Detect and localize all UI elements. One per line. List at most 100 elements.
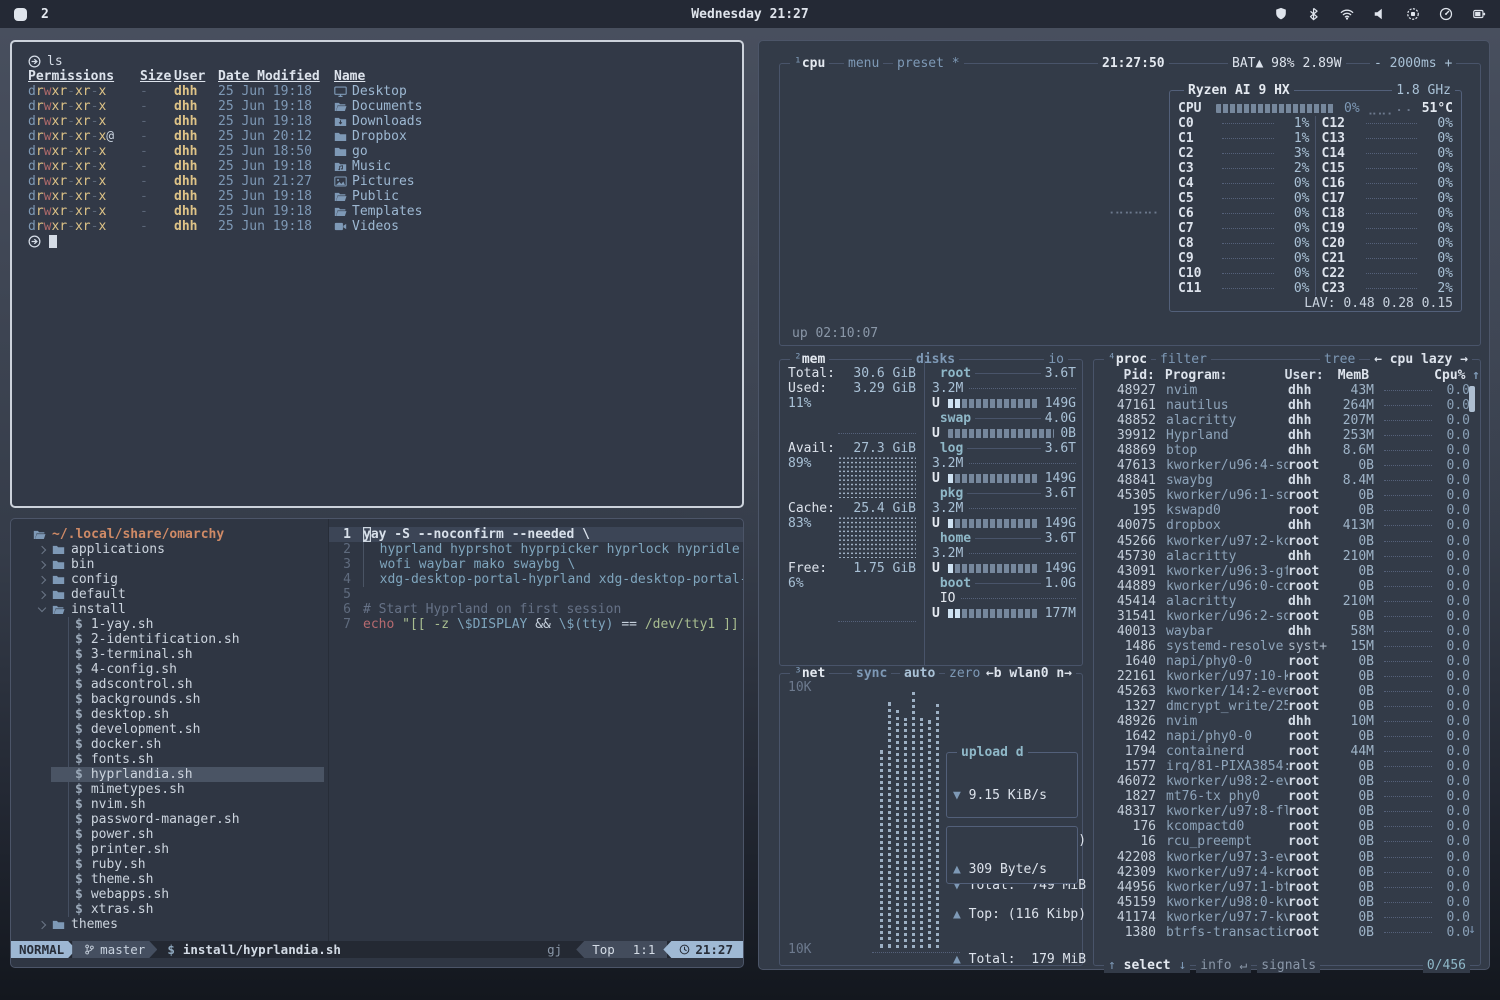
tree-file-1-yay.sh[interactable]: $1-yay.sh bbox=[11, 617, 328, 632]
pending-keys: gj bbox=[547, 942, 562, 957]
process-row[interactable]: 45263kworker/14:2-everoot0B0.0 bbox=[1094, 684, 1480, 699]
shell-script-icon: $ bbox=[75, 887, 83, 902]
preset-button[interactable]: preset * bbox=[893, 56, 964, 71]
tree-file-adscontrol.sh[interactable]: $adscontrol.sh bbox=[11, 677, 328, 692]
btop-window[interactable]: ¹cpu menu preset * 21:27:50 BAT▲ 98% 2.8… bbox=[758, 40, 1490, 970]
process-row[interactable]: 48926nvimdhh10M0.0 bbox=[1094, 714, 1480, 729]
tree-button[interactable]: tree bbox=[1320, 352, 1359, 367]
process-row[interactable]: 1577irq/81-PIXA3854:root0B0.0 bbox=[1094, 759, 1480, 774]
process-row[interactable]: 1642napi/phy0-0root0B0.0 bbox=[1094, 729, 1480, 744]
tree-file-2-identification.sh[interactable]: $2-identification.sh bbox=[11, 632, 328, 647]
tree-folder-config[interactable]: config bbox=[11, 572, 328, 587]
folder-icon bbox=[52, 543, 65, 556]
process-row[interactable]: 45305kworker/u96:1-sdroot0B0.0 bbox=[1094, 488, 1480, 503]
tree-file-3-terminal.sh[interactable]: $3-terminal.sh bbox=[11, 647, 328, 662]
screen-record-icon[interactable] bbox=[1405, 7, 1420, 22]
menu-button[interactable]: menu bbox=[844, 56, 883, 71]
terminal-window[interactable]: ls Permissions Size User Date Modified N… bbox=[10, 40, 744, 508]
tree-file-docker.sh[interactable]: $docker.sh bbox=[11, 737, 328, 752]
battery-icon[interactable] bbox=[1471, 7, 1486, 22]
process-row[interactable]: 195kswapd0root0B0.0 bbox=[1094, 503, 1480, 518]
tree-file-development.sh[interactable]: $development.sh bbox=[11, 722, 328, 737]
tree-file-hyprlandia.sh[interactable]: $hyprlandia.sh bbox=[11, 767, 328, 782]
net-sync-button[interactable]: sync bbox=[852, 666, 891, 681]
signals-button[interactable]: signals bbox=[1257, 958, 1320, 973]
process-row[interactable]: 22161kworker/u97:10-kroot0B0.0 bbox=[1094, 669, 1480, 684]
process-row[interactable]: 45730alacrittydhh210M0.0 bbox=[1094, 549, 1480, 564]
process-row[interactable]: 48852alacrittydhh207M0.0 bbox=[1094, 413, 1480, 428]
code-editor[interactable]: 1yay -S --noconfirm --needed \2 hyprland… bbox=[329, 519, 743, 941]
volume-icon[interactable] bbox=[1372, 7, 1387, 22]
process-row[interactable]: 16rcu_preemptroot0B0.0 bbox=[1094, 834, 1480, 849]
omarchy-logo-icon[interactable] bbox=[14, 8, 27, 21]
info-button[interactable]: info ↵ bbox=[1196, 958, 1251, 973]
tree-file-password-manager.sh[interactable]: $password-manager.sh bbox=[11, 812, 328, 827]
bluetooth-icon[interactable] bbox=[1306, 7, 1321, 22]
process-row[interactable]: 44889kworker/u96:0-coroot0B0.0 bbox=[1094, 579, 1480, 594]
tree-file-power.sh[interactable]: $power.sh bbox=[11, 827, 328, 842]
workspace-indicator[interactable]: 2 bbox=[41, 7, 49, 22]
sort-selector[interactable]: ← cpu lazy → bbox=[1370, 352, 1472, 367]
scroll-down-icon[interactable]: ↓ bbox=[1468, 922, 1476, 937]
process-row[interactable]: 45159kworker/u98:0-kvroot0B0.0 bbox=[1094, 895, 1480, 910]
tree-file-fonts.sh[interactable]: $fonts.sh bbox=[11, 752, 328, 767]
process-row[interactable]: 45414alacrittydhh210M0.0 bbox=[1094, 594, 1480, 609]
tree-file-xtras.sh[interactable]: $xtras.sh bbox=[11, 902, 328, 917]
tree-file-theme.sh[interactable]: $theme.sh bbox=[11, 872, 328, 887]
update-interval[interactable]: - 2000ms + bbox=[1370, 56, 1456, 71]
tree-folder-install[interactable]: install bbox=[11, 602, 328, 617]
process-row[interactable]: 47613kworker/u96:4-sdroot0B0.0 bbox=[1094, 458, 1480, 473]
process-row[interactable]: 41174kworker/u97:7-kvroot0B0.0 bbox=[1094, 910, 1480, 925]
tree-file-webapps.sh[interactable]: $webapps.sh bbox=[11, 887, 328, 902]
process-row[interactable]: 176kcompactd0root0B0.0 bbox=[1094, 819, 1480, 834]
process-row[interactable]: 40013waybardhh58M0.0 bbox=[1094, 624, 1480, 639]
process-row[interactable]: 1640napi/phy0-0root0B0.0 bbox=[1094, 654, 1480, 669]
process-row[interactable]: 42309kworker/u97:4-kcroot0B0.0 bbox=[1094, 865, 1480, 880]
proc-box-tab[interactable]: ⁴proc bbox=[1104, 352, 1151, 367]
cpu-box-tab[interactable]: ¹cpu bbox=[790, 56, 829, 71]
process-row[interactable]: 48841swaybgdhh8.4M0.0 bbox=[1094, 473, 1480, 488]
process-row[interactable]: 48927nvimdhh43M0.0 bbox=[1094, 383, 1480, 398]
net-zero-button[interactable]: zero bbox=[945, 666, 984, 681]
tree-folder-applications[interactable]: applications bbox=[11, 542, 328, 557]
process-row[interactable]: 42208kworker/u97:3-evroot0B0.0 bbox=[1094, 850, 1480, 865]
proc-scrollbar[interactable] bbox=[1469, 386, 1475, 412]
cpu-gauge-icon[interactable] bbox=[1438, 7, 1453, 22]
process-row[interactable]: 47161nautilusdhh264M0.0 bbox=[1094, 398, 1480, 413]
tree-file-mimetypes.sh[interactable]: $mimetypes.sh bbox=[11, 782, 328, 797]
process-row[interactable]: 1327dmcrypt_write/25root0B0.0 bbox=[1094, 699, 1480, 714]
process-row[interactable]: 48317kworker/u97:8-flroot0B0.0 bbox=[1094, 804, 1480, 819]
neovim-window[interactable]: ~/.local/share/omarchyapplicationsbincon… bbox=[10, 518, 744, 968]
tree-file-backgrounds.sh[interactable]: $backgrounds.sh bbox=[11, 692, 328, 707]
tree-file-nvim.sh[interactable]: $nvim.sh bbox=[11, 797, 328, 812]
tree-folder-default[interactable]: default bbox=[11, 587, 328, 602]
tree-folder-bin[interactable]: bin bbox=[11, 557, 328, 572]
process-row[interactable]: 1486systemd-resolvesyst+15M0.0 bbox=[1094, 639, 1480, 654]
process-row[interactable]: 43091kworker/u96:3-gfroot0B0.0 bbox=[1094, 564, 1480, 579]
process-row[interactable]: 39912Hyprlanddhh253M0.0 bbox=[1094, 428, 1480, 443]
tree-file-printer.sh[interactable]: $printer.sh bbox=[11, 842, 328, 857]
net-box-tab[interactable]: ³net bbox=[790, 666, 829, 681]
tree-file-4-config.sh[interactable]: $4-config.sh bbox=[11, 662, 328, 677]
process-row[interactable]: 48869btopdhh8.6M0.0 bbox=[1094, 443, 1480, 458]
net-interface[interactable]: ←b wlan0 n→ bbox=[982, 666, 1076, 681]
process-row[interactable]: 40075dropboxdhh413M0.0 bbox=[1094, 518, 1480, 533]
updates-shield-icon[interactable] bbox=[1273, 7, 1288, 22]
process-row[interactable]: 44956kworker/u97:1-btroot0B0.0 bbox=[1094, 880, 1480, 895]
process-row[interactable]: 46072kworker/u98:2-evroot0B0.0 bbox=[1094, 774, 1480, 789]
tree-root[interactable]: ~/.local/share/omarchy bbox=[11, 527, 328, 542]
process-row[interactable]: 1794containerdroot44M0.0 bbox=[1094, 744, 1480, 759]
net-auto-button[interactable]: auto bbox=[900, 666, 939, 681]
filter-button[interactable]: filter bbox=[1156, 352, 1211, 367]
tree-file-desktop.sh[interactable]: $desktop.sh bbox=[11, 707, 328, 722]
process-row[interactable]: 45266kworker/u97:2-kcroot0B0.0 bbox=[1094, 534, 1480, 549]
process-row[interactable]: 31541kworker/u96:2-sdroot0B0.0 bbox=[1094, 609, 1480, 624]
tree-file-ruby.sh[interactable]: $ruby.sh bbox=[11, 857, 328, 872]
process-row[interactable]: 1827mt76-tx phy0root0B0.0 bbox=[1094, 789, 1480, 804]
tree-folder-themes[interactable]: themes bbox=[11, 917, 328, 932]
git-branch[interactable]: master bbox=[72, 941, 157, 958]
shell-script-icon: $ bbox=[75, 797, 83, 812]
process-row[interactable]: 1380btrfs-transactioroot0B0.0 bbox=[1094, 925, 1480, 940]
scroll-up-icon[interactable]: ↑ bbox=[1472, 368, 1480, 383]
wifi-icon[interactable] bbox=[1339, 7, 1354, 22]
